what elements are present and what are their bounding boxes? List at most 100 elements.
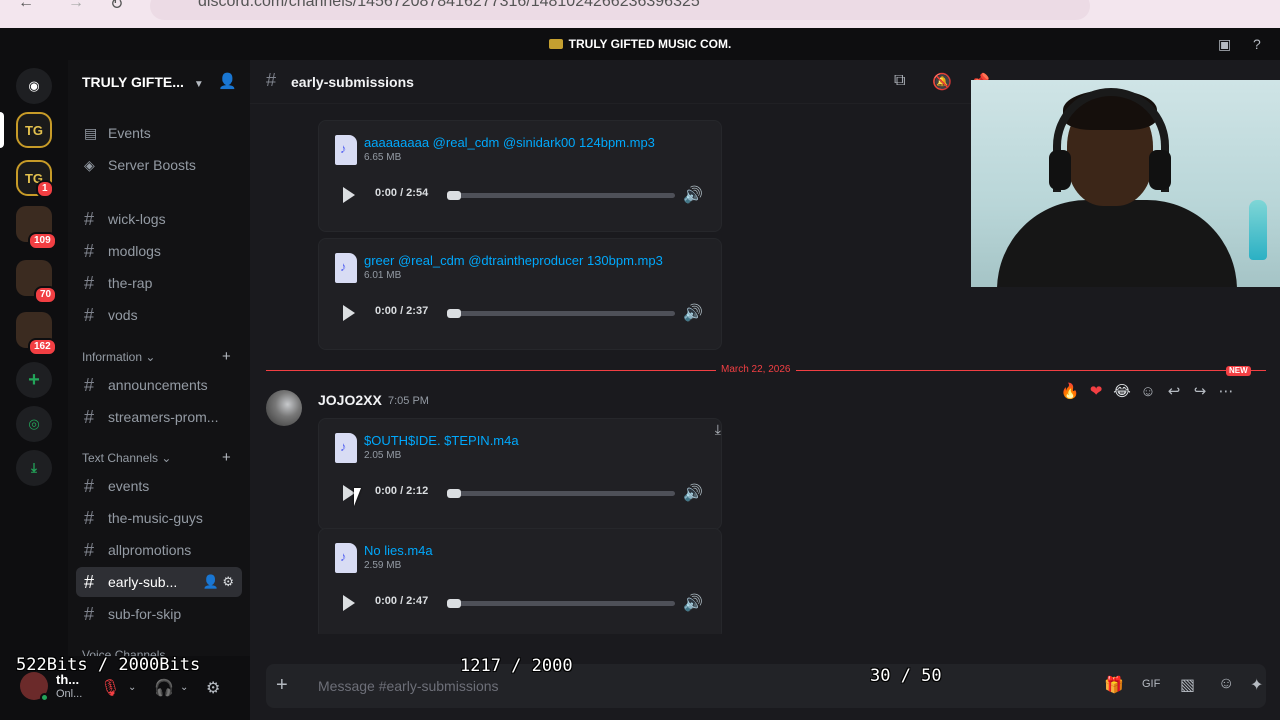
forward-icon[interactable]: → — [68, 0, 84, 12]
mic-options-chevron-icon[interactable]: ⌄ — [128, 682, 136, 693]
add-channel-icon[interactable]: + — [222, 348, 231, 365]
audio-progress-bar[interactable] — [447, 491, 675, 496]
add-reaction-icon[interactable]: ☺ — [1138, 383, 1158, 400]
inbox-icon[interactable]: ▣ — [1218, 36, 1231, 53]
forward-icon[interactable]: ↪ — [1190, 382, 1210, 400]
audio-progress-bar[interactable] — [447, 601, 675, 606]
audio-time: 0:00 / 2:47 — [375, 595, 429, 607]
play-icon[interactable] — [343, 187, 355, 203]
hash-icon: # — [84, 374, 95, 395]
discord-home-icon[interactable]: ◉ — [16, 68, 52, 104]
channel-early-submissions[interactable]: # early-sub... 👤 ⚙ — [76, 567, 242, 597]
channel-modlogs[interactable]: # modlogs — [76, 236, 242, 266]
add-server-icon[interactable]: + — [16, 362, 52, 398]
audio-attachment: greer @real_cdm @dtraintheproducer 130bp… — [318, 238, 722, 350]
play-icon[interactable] — [343, 305, 355, 321]
audio-progress-bar[interactable] — [447, 193, 675, 198]
laughing-reaction-icon[interactable]: 😂 — [1112, 382, 1132, 400]
hash-icon: # — [84, 406, 95, 427]
audio-progress-handle[interactable] — [447, 309, 461, 318]
sticker-icon[interactable]: ▧ — [1180, 675, 1195, 695]
help-icon[interactable]: ? — [1253, 36, 1261, 52]
audio-options-chevron-icon[interactable]: ⌄ — [180, 682, 188, 693]
composer-area: + 🎁 GIF ▧ ☺ ✦ — [250, 634, 1280, 720]
back-icon[interactable]: ← — [18, 0, 34, 12]
server-truly-gifted[interactable]: TG — [16, 112, 52, 148]
fire-reaction-icon[interactable]: 🔥 — [1060, 382, 1080, 400]
mic-muted-icon[interactable]: 🎙 — [100, 678, 120, 698]
add-channel-icon[interactable]: + — [222, 449, 231, 466]
channel-the-music-guys[interactable]: # the-music-guys — [76, 503, 242, 533]
avatar[interactable] — [266, 390, 302, 426]
apps-icon[interactable]: ✦ — [1250, 675, 1263, 695]
audio-progress-handle[interactable] — [447, 489, 461, 498]
channel-streamers-promo[interactable]: # streamers-prom... — [76, 402, 242, 432]
upload-plus-icon[interactable]: + — [276, 674, 288, 696]
message-hover-toolbar: 🔥 ❤ 😂 ☺ ↩ ↪ ⋯ — [1060, 380, 1236, 402]
play-icon[interactable] — [343, 595, 355, 611]
channel-announcements[interactable]: # announcements — [76, 370, 242, 400]
title-bar: TRULY GIFTED MUSIC COM. ▣ ? — [0, 28, 1280, 60]
channel-label: announcements — [108, 377, 208, 393]
notifications-muted-icon[interactable]: 🔕 — [932, 72, 952, 92]
create-invite-icon[interactable]: 👤 — [203, 574, 219, 589]
audio-time: 0:00 / 2:54 — [375, 187, 429, 199]
volume-icon[interactable]: 🔊 — [683, 483, 703, 503]
audio-progress-bar[interactable] — [447, 311, 675, 316]
channel-label: early-sub... — [108, 574, 178, 590]
audio-progress-handle[interactable] — [447, 599, 461, 608]
reply-icon[interactable]: ↩ — [1164, 382, 1184, 400]
channel-label: modlogs — [108, 243, 161, 259]
download-icon[interactable]: ⤓ — [16, 450, 52, 486]
gift-icon[interactable]: 🎁 — [1104, 675, 1124, 695]
channel-label: streamers-prom... — [108, 409, 219, 425]
channel-the-rap[interactable]: # the-rap — [76, 268, 242, 298]
threads-icon[interactable]: ⧉ — [894, 72, 905, 90]
channel-wick-logs[interactable]: # wick-logs — [76, 204, 242, 234]
discover-icon[interactable]: ◎ — [16, 406, 52, 442]
headphones-icon[interactable]: 🎧 — [154, 678, 174, 698]
message-timestamp: 7:05 PM — [388, 395, 429, 407]
goal-counter-overlay: 1217 / 2000 — [460, 656, 573, 676]
category-information[interactable]: Information ⌄ + — [82, 348, 231, 365]
message-author[interactable]: JOJO2XX — [318, 392, 382, 408]
heart-reaction-icon[interactable]: ❤ — [1086, 382, 1106, 400]
sidebar-item-server-boosts[interactable]: ◈ Server Boosts — [76, 150, 242, 180]
attachment-filename[interactable]: greer @real_cdm @dtraintheproducer 130bp… — [364, 253, 663, 268]
gif-icon[interactable]: GIF — [1142, 678, 1160, 690]
server-name-header[interactable]: TRULY GIFTE... ▼ — [82, 74, 204, 90]
sidebar-item-events[interactable]: ▤ Events — [76, 118, 242, 148]
gear-icon[interactable]: ⚙ — [222, 574, 234, 589]
download-icon[interactable]: ⤓ — [715, 421, 721, 438]
sub-counter-overlay: 30 / 50 — [870, 666, 942, 686]
selected-server-pill — [0, 112, 4, 148]
address-bar[interactable]: discord.com/channels/1456720878416277316… — [150, 0, 1090, 20]
category-label: Text Channels — [82, 451, 159, 465]
server-rail: ◉ TG TG 1 109 70 162 + ◎ ⤓ — [0, 60, 68, 720]
category-text-channels[interactable]: Text Channels ⌄ + — [82, 449, 231, 466]
channel-sub-for-skip[interactable]: # sub-for-skip — [76, 599, 242, 629]
category-label: Information — [82, 350, 143, 364]
attachment-filename[interactable]: No lies.m4a — [364, 543, 433, 558]
more-options-icon[interactable]: ⋯ — [1216, 382, 1236, 400]
attachment-filename[interactable]: $OUTH$IDE. $TEPIN.m4a — [364, 433, 519, 448]
gear-icon[interactable]: ⚙ — [206, 678, 220, 698]
channel-allpromotions[interactable]: # allpromotions — [76, 535, 242, 565]
audio-progress-handle[interactable] — [447, 191, 461, 200]
chevron-down-icon: ⌄ — [161, 451, 172, 465]
volume-icon[interactable]: 🔊 — [683, 185, 703, 205]
invite-people-icon[interactable]: 👤 — [218, 72, 237, 90]
boost-icon: ◈ — [84, 156, 95, 173]
channel-vods[interactable]: # vods — [76, 300, 242, 330]
volume-icon[interactable]: 🔊 — [683, 593, 703, 613]
headset-earcup — [1149, 150, 1171, 190]
emoji-icon[interactable]: ☺ — [1218, 675, 1234, 693]
volume-icon[interactable]: 🔊 — [683, 303, 703, 323]
bits-goal-overlay: 522Bits / 2000Bits — [16, 655, 201, 675]
channel-events[interactable]: # events — [76, 471, 242, 501]
reload-icon[interactable]: ↻ — [110, 0, 123, 14]
attachment-filename[interactable]: aaaaaaaaa @real_cdm @sinidark00 124bpm.m… — [364, 135, 655, 150]
channel-label: wick-logs — [108, 211, 166, 227]
webcam-overlay — [971, 80, 1280, 287]
hash-icon: # — [84, 539, 95, 560]
